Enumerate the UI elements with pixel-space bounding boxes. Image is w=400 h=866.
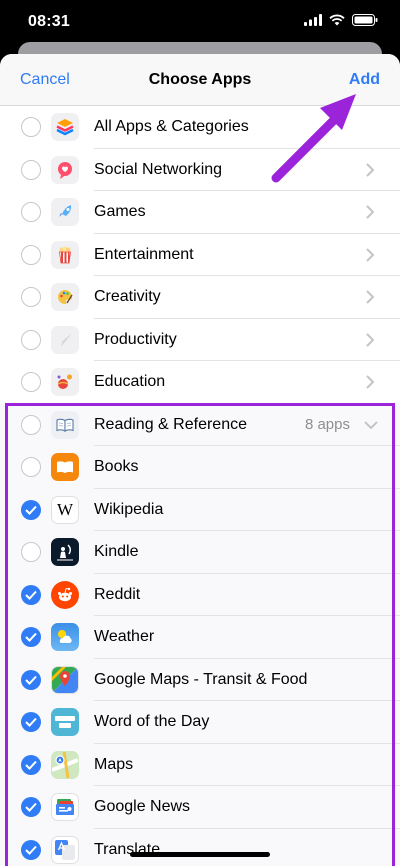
row-label: Education [94,373,166,391]
palette-icon [51,283,79,312]
status-icons [304,14,378,26]
row-label: Reading & Reference [94,415,247,433]
status-time: 08:31 [28,13,70,30]
word-of-the-day-app-icon [51,708,79,737]
selection-radio[interactable] [21,669,41,690]
google-news-app-icon [51,793,79,822]
app-row-reddit[interactable]: Reddit [0,573,400,616]
selection-radio[interactable] [21,754,41,775]
home-indicator[interactable] [130,852,270,857]
checkmark-icon [25,675,37,685]
kindle-app-icon [51,538,79,567]
reddit-app-icon [51,580,79,609]
app-row-google-maps[interactable]: Google Maps - Transit & Food [0,658,400,701]
app-row-google-news[interactable]: Google News [0,786,400,829]
category-row-education[interactable]: Education [0,361,400,404]
selection-radio[interactable] [21,542,41,563]
cellular-signal-icon [304,14,322,26]
open-book-icon [51,410,79,439]
selection-radio[interactable] [21,839,41,860]
category-list: All Apps & Categories Social Networking [0,106,400,866]
rocket-icon [51,198,79,227]
category-row-all-apps[interactable]: All Apps & Categories [0,106,400,149]
row-label: Entertainment [94,245,194,263]
selection-radio[interactable] [21,414,41,435]
chevron-right-icon [366,375,374,389]
row-label: Weather [94,628,155,646]
checkmark-icon [25,505,37,515]
row-label: Productivity [94,330,177,348]
selection-radio[interactable] [21,372,41,393]
cancel-button[interactable]: Cancel [20,71,70,89]
checkmark-icon [25,633,37,643]
google-maps-app-icon [51,665,79,694]
checkmark-icon [25,803,37,813]
checkmark-icon [25,845,37,855]
selection-radio[interactable] [21,584,41,605]
category-row-reading-reference[interactable]: Reading & Reference 8 apps [0,403,400,446]
wifi-icon [329,14,345,26]
selection-radio[interactable] [21,627,41,648]
selection-radio[interactable] [21,712,41,733]
row-label: Google News [94,798,191,816]
selection-radio[interactable] [21,244,41,265]
selection-radio[interactable] [21,457,41,478]
chevron-right-icon [366,163,374,177]
chevron-down-icon[interactable] [364,421,378,429]
popcorn-icon [51,240,79,269]
chevron-right-icon [366,205,374,219]
category-row-creativity[interactable]: Creativity [0,276,400,319]
status-bar: 08:31 [0,0,400,42]
navigation-bar: Cancel Choose Apps Add [0,54,400,106]
weather-app-icon [51,623,79,652]
selection-radio[interactable] [21,159,41,180]
app-count: 8 apps [304,416,350,434]
translate-app-icon [51,835,79,864]
row-label: Games [94,203,146,221]
row-label: Kindle [94,543,139,561]
books-app-icon [51,453,79,482]
category-row-productivity[interactable]: Productivity [0,319,400,361]
category-row-social-networking[interactable]: Social Networking [0,149,400,191]
planet-icon [51,368,79,397]
wikipedia-app-icon: W [51,495,79,524]
app-row-translate[interactable]: Translate [0,828,400,866]
row-label: Wikipedia [94,500,164,518]
row-label: Google Maps - Transit & Food [94,670,308,688]
app-row-weather[interactable]: Weather [0,616,400,659]
row-label: All Apps & Categories [94,118,249,136]
chevron-right-icon [366,333,374,347]
checkmark-icon [25,760,37,770]
app-row-books[interactable]: Books [0,446,400,489]
chevron-right-icon [366,290,374,304]
add-button[interactable]: Add [349,71,380,89]
selection-radio[interactable] [21,499,41,520]
maps-app-icon [51,750,79,779]
checkmark-icon [25,718,37,728]
row-label: Maps [94,755,134,773]
chat-bubble-icon [51,155,79,184]
app-row-wikipedia[interactable]: W Wikipedia [0,488,400,531]
choose-apps-sheet: Cancel Choose Apps Add All Apps & Catego… [0,54,400,866]
row-label: Books [94,458,139,476]
row-label: Reddit [94,585,141,603]
selection-radio[interactable] [21,117,41,138]
category-row-entertainment[interactable]: Entertainment [0,234,400,276]
battery-icon [352,14,378,26]
selection-radio[interactable] [21,797,41,818]
app-row-maps[interactable]: Maps [0,743,400,786]
chevron-right-icon [366,248,374,262]
checkmark-icon [25,590,37,600]
app-row-word-of-the-day[interactable]: Word of the Day [0,701,400,744]
row-label: Social Networking [94,160,223,178]
stack-icon [51,113,79,142]
row-label: Word of the Day [94,713,210,731]
selection-radio[interactable] [21,287,41,308]
selection-radio[interactable] [21,202,41,223]
paper-plane-icon [51,325,79,354]
row-label: Creativity [94,288,161,306]
app-row-kindle[interactable]: Kindle [0,531,400,574]
selection-radio[interactable] [21,329,41,350]
category-row-games[interactable]: Games [0,191,400,234]
